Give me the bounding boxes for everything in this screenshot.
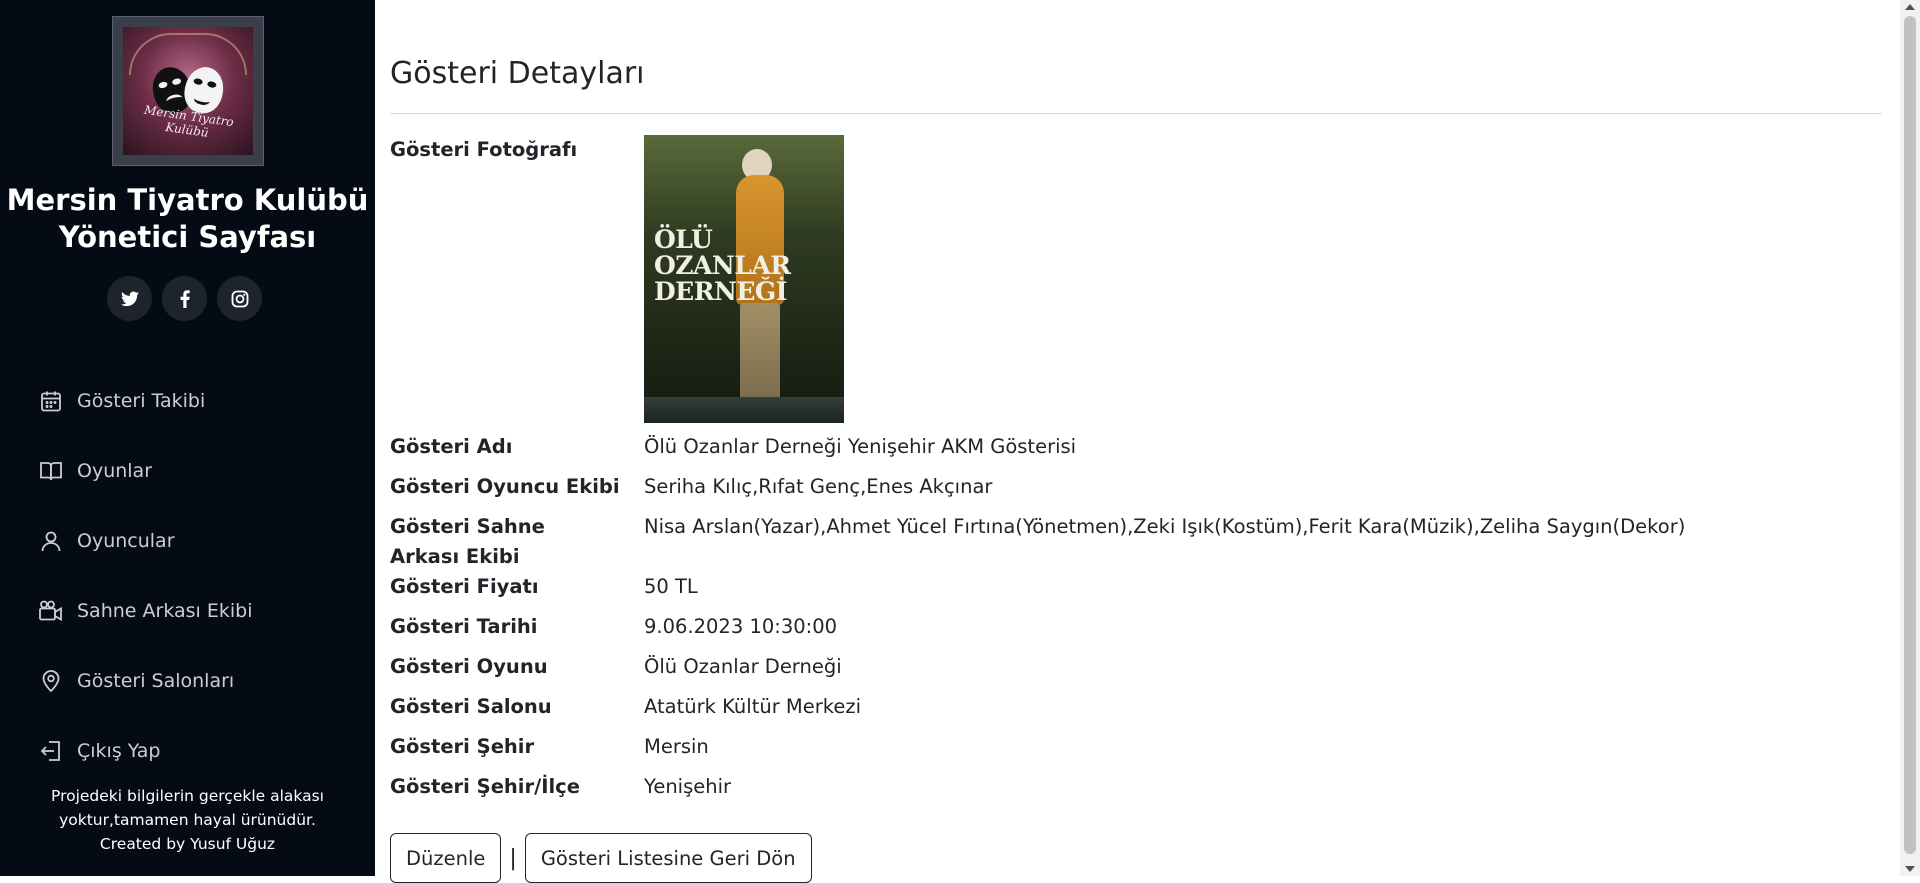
twitter-link[interactable] [107, 276, 152, 321]
logout-icon [38, 738, 64, 764]
sidebar: Mersin Tiyatro Kulübü Mersin Tiyatro Kul… [0, 0, 375, 876]
title-divider [390, 113, 1882, 114]
show-poster-image: ÖLÜ OZANLAR DERNEĞİ [644, 135, 844, 423]
sidebar-item-label: Gösteri Takibi [77, 390, 206, 412]
sidebar-item-sahne-arkasi-ekibi[interactable]: Sahne Arkası Ekibi [38, 576, 358, 646]
sidebar-item-cikis-yap[interactable]: Çıkış Yap [38, 716, 358, 786]
field-row-name: Gösteri Adı Ölü Ozanlar Derneği Yenişehi… [390, 432, 1076, 462]
field-value: Atatürk Kültür Merkezi [644, 695, 862, 718]
theatre-masks-logo-image: Mersin Tiyatro Kulübü [123, 27, 253, 155]
field-row-price: Gösteri Fiyatı 50 TL [390, 572, 698, 602]
brand-line-1: Mersin Tiyatro Kulübü [6, 183, 369, 217]
page-scrollbar[interactable] [1900, 0, 1920, 876]
photo-row: Gösteri Fotoğrafı [390, 135, 644, 165]
sidebar-item-oyuncular[interactable]: Oyuncular [38, 506, 358, 576]
sidebar-item-label: Gösteri Salonları [77, 670, 235, 692]
poster-title: ÖLÜ OZANLAR DERNEĞİ [654, 227, 791, 305]
field-row-hall: Gösteri Salonu Atatürk Kültür Merkezi [390, 692, 861, 722]
field-label: Gösteri Salonu [390, 695, 552, 718]
poster-title-line: OZANLAR [654, 251, 791, 280]
poster-title-line: ÖLÜ [654, 225, 713, 254]
poster-title-line: DERNEĞİ [654, 277, 787, 306]
twitter-icon [120, 291, 139, 306]
field-label: Gösteri Fiyatı [390, 575, 539, 598]
facebook-icon [180, 289, 190, 308]
field-row-cast: Gösteri Oyuncu Ekibi Seriha Kılıç,Rıfat … [390, 472, 992, 502]
sidebar-item-gosteri-takibi[interactable]: Gösteri Takibi [38, 366, 358, 436]
calendar-icon [38, 388, 64, 414]
field-row-crew: Gösteri Sahne Arkası Ekibi Nisa Arslan(Y… [390, 512, 1685, 572]
field-label: Gösteri Oyunu [390, 655, 548, 678]
footer-line-2: yoktur,tamamen hayal ürünüdür. [59, 811, 316, 829]
footer-line-1: Projedeki bilgilerin gerçekle alakası [51, 787, 324, 805]
club-logo[interactable]: Mersin Tiyatro Kulübü [112, 16, 264, 166]
field-value: 50 TL [644, 575, 698, 598]
sidebar-item-label: Sahne Arkası Ekibi [77, 600, 253, 622]
field-value: Ölü Ozanlar Derneği [644, 655, 842, 678]
social-links [107, 276, 262, 321]
field-value: Ölü Ozanlar Derneği Yenişehir AKM Göster… [644, 435, 1077, 458]
button-separator: | [509, 845, 517, 871]
page-title: Gösteri Detayları [390, 56, 645, 91]
field-value: Mersin [644, 735, 709, 758]
brand-line-2: Yönetici Sayfası [58, 220, 317, 254]
facebook-link[interactable] [162, 276, 207, 321]
sidebar-item-label: Oyunlar [77, 460, 153, 482]
instagram-icon [231, 290, 248, 307]
scroll-up-arrow-icon[interactable] [1905, 4, 1915, 10]
field-label: Gösteri Sahne Arkası Ekibi [390, 515, 545, 568]
field-value: 9.06.2023 10:30:00 [644, 615, 838, 638]
field-value: Nisa Arslan(Yazar),Ahmet Yücel Fırtına(Y… [644, 515, 1686, 538]
brand-title: Mersin Tiyatro Kulübü Yönetici Sayfası [0, 182, 375, 256]
sidebar-nav: Gösteri Takibi Oyunlar Oyuncular Sahne A… [38, 366, 358, 786]
field-row-play: Gösteri Oyunu Ölü Ozanlar Derneği [390, 652, 842, 682]
field-label: Gösteri Şehir/İlçe [390, 775, 580, 798]
field-row-city: Gösteri Şehir Mersin [390, 732, 709, 762]
sidebar-item-oyunlar[interactable]: Oyunlar [38, 436, 358, 506]
scroll-down-arrow-icon[interactable] [1905, 866, 1915, 872]
sidebar-item-label: Çıkış Yap [77, 740, 161, 762]
instagram-link[interactable] [217, 276, 262, 321]
field-label: Gösteri Fotoğrafı [390, 138, 578, 161]
scrollbar-thumb[interactable] [1904, 16, 1916, 854]
field-value: Seriha Kılıç,Rıfat Genç,Enes Akçınar [644, 475, 993, 498]
map-pin-icon [38, 668, 64, 694]
sidebar-item-label: Oyuncular [77, 530, 175, 552]
field-value: Yenişehir [644, 775, 732, 798]
field-label: Gösteri Şehir [390, 735, 535, 758]
field-label: Gösteri Tarihi [390, 615, 538, 638]
field-label: Gösteri Adı [390, 435, 513, 458]
field-row-district: Gösteri Şehir/İlçe Yenişehir [390, 772, 731, 802]
sidebar-footer: Projedeki bilgilerin gerçekle alakası yo… [0, 784, 375, 856]
field-row-date: Gösteri Tarihi 9.06.2023 10:30:00 [390, 612, 837, 642]
book-icon [38, 458, 64, 484]
sidebar-item-gosteri-salonlari[interactable]: Gösteri Salonları [38, 646, 358, 716]
video-camera-icon [38, 598, 64, 624]
show-photo: ÖLÜ OZANLAR DERNEĞİ [644, 135, 844, 423]
user-icon [38, 528, 64, 554]
footer-line-3: Created by Yusuf Uğuz [99, 835, 276, 853]
field-label: Gösteri Oyuncu Ekibi [390, 475, 620, 498]
